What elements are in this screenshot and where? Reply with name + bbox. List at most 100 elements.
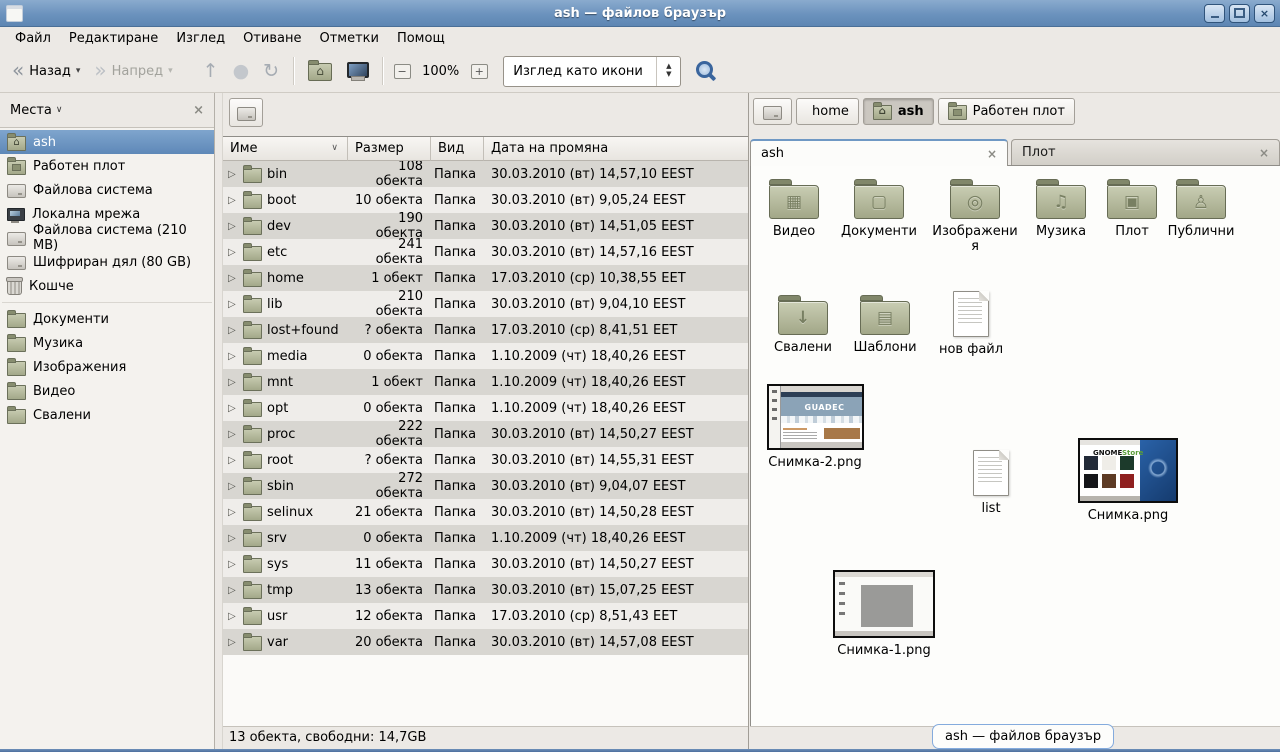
table-row[interactable]: ▷ home 1 обект Папка 17.03.2010 (ср) 10,… xyxy=(223,265,748,291)
home-button[interactable] xyxy=(301,55,339,87)
root-location-button[interactable] xyxy=(229,98,263,127)
file-item[interactable]: Публични xyxy=(1159,178,1243,239)
table-row[interactable]: ▷ opt 0 обекта Папка 1.10.2009 (чт) 18,4… xyxy=(223,395,748,421)
table-row[interactable]: ▷ dev 190 обекта Папка 30.03.2010 (вт) 1… xyxy=(223,213,748,239)
tab-plot[interactable]: Плот × xyxy=(1011,139,1280,165)
table-row[interactable]: ▷ sys 11 обекта Папка 30.03.2010 (вт) 14… xyxy=(223,551,748,577)
file-item[interactable]: Снимка-1.png xyxy=(829,570,939,658)
menu-item[interactable]: Файл xyxy=(6,29,60,48)
breadcrumb-button[interactable] xyxy=(753,98,792,125)
table-row[interactable]: ▷ root ? обекта Папка 30.03.2010 (вт) 14… xyxy=(223,447,748,473)
expander-icon[interactable]: ▷ xyxy=(228,611,238,622)
expander-icon[interactable]: ▷ xyxy=(228,273,238,284)
file-item[interactable]: Видео xyxy=(759,178,829,239)
table-row[interactable]: ▷ boot 10 обекта Папка 30.03.2010 (вт) 9… xyxy=(223,187,748,213)
file-item[interactable]: Музика xyxy=(1029,178,1093,239)
expander-icon[interactable]: ▷ xyxy=(228,169,238,180)
computer-button[interactable] xyxy=(339,55,375,87)
menu-item[interactable]: Помощ xyxy=(388,29,454,48)
breadcrumb-button[interactable]: Работен плот xyxy=(938,98,1075,125)
sidebar-place-item[interactable]: Кошче xyxy=(0,274,214,298)
search-button[interactable] xyxy=(693,58,719,84)
expander-icon[interactable]: ▷ xyxy=(228,325,238,336)
menu-item[interactable]: Изглед xyxy=(167,29,234,48)
file-item[interactable]: Снимка-2.png xyxy=(765,384,865,470)
sidebar-place-item[interactable]: Файлова система xyxy=(0,178,214,202)
table-row[interactable]: ▷ var 20 обекта Папка 30.03.2010 (вт) 14… xyxy=(223,629,748,655)
expander-icon[interactable]: ▷ xyxy=(228,585,238,596)
icon-view[interactable]: Видео Документи Изображения Музика xyxy=(750,165,1280,726)
sidebar-title[interactable]: Места xyxy=(10,103,52,118)
expander-icon[interactable]: ▷ xyxy=(228,299,238,310)
titlebar[interactable]: ash — файлов браузър × xyxy=(0,0,1280,27)
expander-icon[interactable]: ▷ xyxy=(228,221,238,232)
table-row[interactable]: ▷ proc 222 обекта Папка 30.03.2010 (вт) … xyxy=(223,421,748,447)
sidebar-place-item[interactable]: Файлова система (210 MB) xyxy=(0,226,214,250)
tab-close-icon[interactable]: × xyxy=(1259,146,1269,160)
tab-close-icon[interactable]: × xyxy=(987,147,997,161)
back-button[interactable]: « Назад ▾ xyxy=(5,55,87,87)
table-row[interactable]: ▷ etc 241 обекта Папка 30.03.2010 (вт) 1… xyxy=(223,239,748,265)
column-header-type[interactable]: Вид xyxy=(431,137,484,161)
file-item[interactable]: list xyxy=(961,450,1021,516)
table-row[interactable]: ▷ media 0 обекта Папка 1.10.2009 (чт) 18… xyxy=(223,343,748,369)
file-item[interactable]: Свалени xyxy=(765,294,841,355)
maximize-button[interactable] xyxy=(1229,4,1250,23)
table-row[interactable]: ▷ selinux 21 обекта Папка 30.03.2010 (вт… xyxy=(223,499,748,525)
table-row[interactable]: ▷ mnt 1 обект Папка 1.10.2009 (чт) 18,40… xyxy=(223,369,748,395)
table-row[interactable]: ▷ lost+found ? обекта Папка 17.03.2010 (… xyxy=(223,317,748,343)
expander-icon[interactable]: ▷ xyxy=(228,533,238,544)
file-item[interactable]: Изображения xyxy=(929,178,1021,254)
table-row[interactable]: ▷ sbin 272 обекта Папка 30.03.2010 (вт) … xyxy=(223,473,748,499)
back-history-caret[interactable]: ▾ xyxy=(76,66,81,76)
sidebar-mode-caret-icon[interactable]: ∨ xyxy=(56,105,63,115)
expander-icon[interactable]: ▷ xyxy=(228,403,238,414)
sidebar-bookmark-item[interactable]: Документи xyxy=(0,307,214,331)
expander-icon[interactable]: ▷ xyxy=(228,195,238,206)
zoom-out-button[interactable]: − xyxy=(390,59,414,83)
expander-icon[interactable]: ▷ xyxy=(228,559,238,570)
up-button[interactable]: ↑ xyxy=(196,55,226,87)
column-header-name[interactable]: Име ∨ xyxy=(223,137,348,161)
table-row[interactable]: ▷ lib 210 обекта Папка 30.03.2010 (вт) 9… xyxy=(223,291,748,317)
column-header-modified[interactable]: Дата на промяна xyxy=(484,137,748,161)
menu-item[interactable]: Редактиране xyxy=(60,29,167,48)
sidebar-place-item[interactable]: ash xyxy=(0,130,214,154)
sidebar-bookmark-item[interactable]: Свалени xyxy=(0,403,214,427)
expander-icon[interactable]: ▷ xyxy=(228,637,238,648)
tab-ash[interactable]: ash × xyxy=(750,139,1008,166)
file-item[interactable]: Шаблони xyxy=(847,294,923,355)
sidebar-bookmark-item[interactable]: Музика xyxy=(0,331,214,355)
menu-item[interactable]: Отметки xyxy=(310,29,387,48)
sidebar-bookmark-item[interactable]: Изображения xyxy=(0,355,214,379)
expander-icon[interactable]: ▷ xyxy=(228,481,238,492)
breadcrumb-button[interactable]: ash xyxy=(863,98,934,125)
expander-icon[interactable]: ▷ xyxy=(228,507,238,518)
expander-icon[interactable]: ▷ xyxy=(228,377,238,388)
file-item[interactable]: Плот xyxy=(1103,178,1161,239)
sidebar-place-item[interactable]: Работен плот xyxy=(0,154,214,178)
menu-item[interactable]: Отиване xyxy=(234,29,310,48)
expander-icon[interactable]: ▷ xyxy=(228,429,238,440)
expander-icon[interactable]: ▷ xyxy=(228,247,238,258)
table-row[interactable]: ▷ bin 108 обекта Папка 30.03.2010 (вт) 1… xyxy=(223,161,748,187)
file-item[interactable]: Документи xyxy=(835,178,923,239)
minimize-button[interactable] xyxy=(1204,4,1225,23)
reload-button[interactable]: ↻ xyxy=(256,55,286,87)
expander-icon[interactable]: ▷ xyxy=(228,351,238,362)
breadcrumb-button[interactable]: home xyxy=(796,98,859,125)
forward-button[interactable]: » Напред ▾ xyxy=(87,55,179,87)
sidebar-close-icon[interactable]: × xyxy=(193,103,204,118)
zoom-in-button[interactable]: + xyxy=(467,59,491,83)
table-row[interactable]: ▷ tmp 13 обекта Папка 30.03.2010 (вт) 15… xyxy=(223,577,748,603)
view-mode-select[interactable]: Изглед като икони ▲▼ xyxy=(503,56,681,87)
sidebar-place-item[interactable]: Шифриран дял (80 GB) xyxy=(0,250,214,274)
sidebar-bookmark-item[interactable]: Видео xyxy=(0,379,214,403)
file-item[interactable]: Снимка.png xyxy=(1073,438,1183,523)
table-row[interactable]: ▷ usr 12 обекта Папка 17.03.2010 (ср) 8,… xyxy=(223,603,748,629)
file-item[interactable]: нов файл xyxy=(931,291,1011,357)
column-header-size[interactable]: Размер xyxy=(348,137,431,161)
close-button[interactable]: × xyxy=(1254,4,1275,23)
table-row[interactable]: ▷ srv 0 обекта Папка 1.10.2009 (чт) 18,4… xyxy=(223,525,748,551)
expander-icon[interactable]: ▷ xyxy=(228,455,238,466)
